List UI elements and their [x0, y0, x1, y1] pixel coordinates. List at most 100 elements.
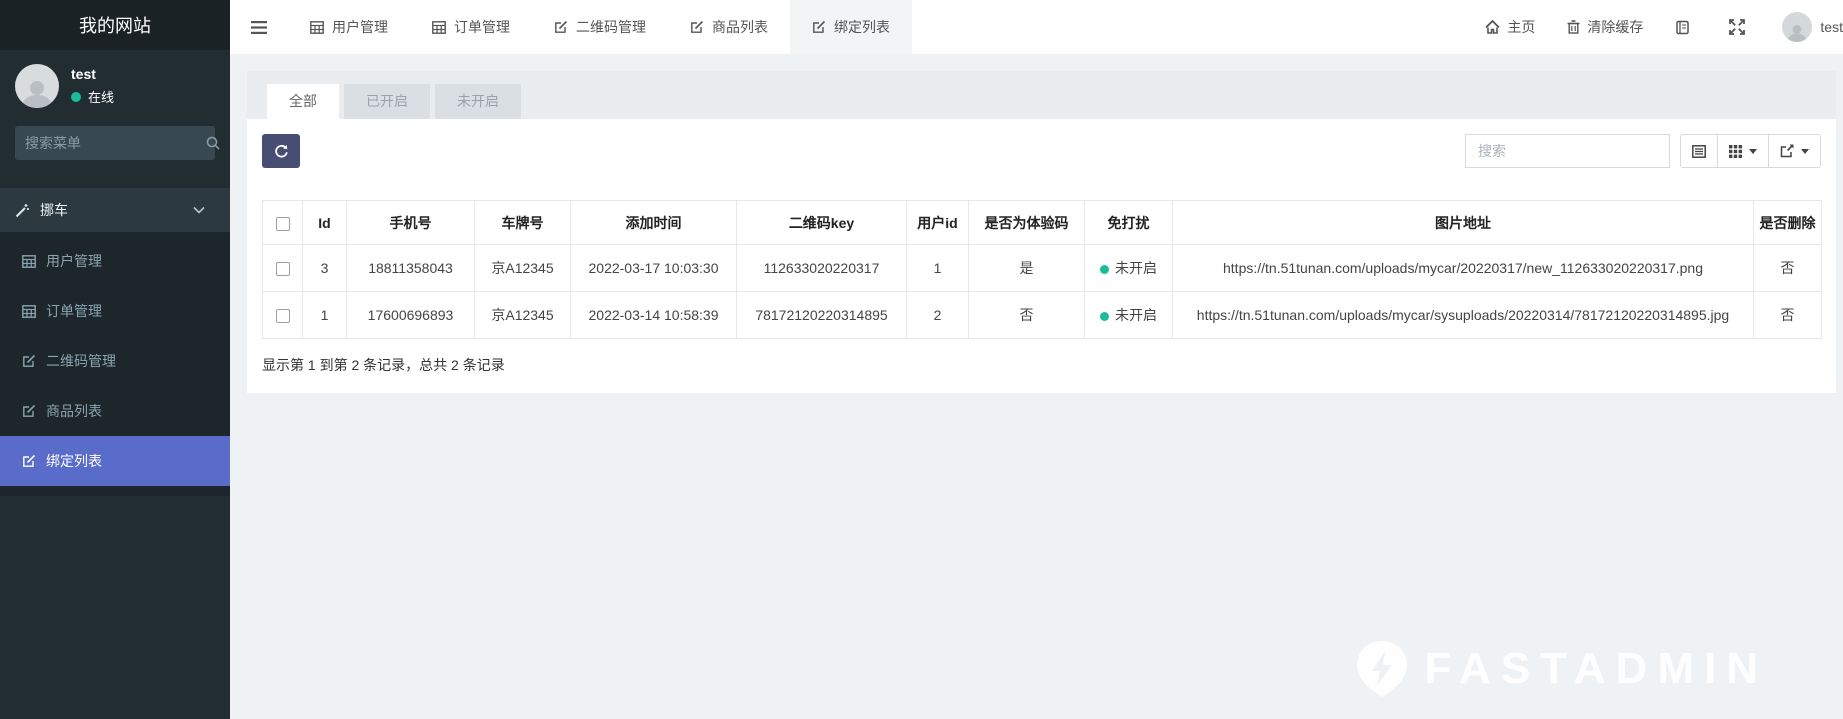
sidebar-menu: 挪车 用户管理 订单管理 二维码管理	[0, 188, 230, 496]
fullscreen-toggle[interactable]	[1713, 0, 1768, 54]
home-label: 主页	[1507, 17, 1535, 37]
list-view-icon	[1692, 145, 1706, 158]
sidebar-item-binding-list[interactable]: 绑定列表	[0, 436, 230, 486]
submenu-label: 订单管理	[46, 301, 102, 321]
dnd-label: 未开启	[1115, 260, 1157, 276]
cell-deleted: 否	[1754, 292, 1822, 339]
edit-icon	[812, 20, 826, 34]
site-title: 我的网站	[0, 0, 230, 50]
filter-tab-disabled[interactable]: 未开启	[435, 84, 521, 119]
sidebar-item-nuoche[interactable]: 挪车	[0, 188, 230, 232]
row-select-cell	[263, 245, 303, 292]
cell-plate: 京A12345	[475, 292, 571, 339]
table-icon	[22, 255, 36, 268]
top-tabs: 用户管理 订单管理 二维码管理 商品列表	[288, 0, 912, 54]
submenu-label: 二维码管理	[46, 351, 116, 371]
edit-icon	[690, 20, 704, 34]
sidebar-item-order-management[interactable]: 订单管理	[0, 286, 230, 336]
table-row[interactable]: 1 17600696893 京A12345 2022-03-14 10:58:3…	[263, 292, 1822, 339]
table-row[interactable]: 3 18811358043 京A12345 2022-03-17 10:03:3…	[263, 245, 1822, 292]
tab-product-list[interactable]: 商品列表	[668, 0, 790, 54]
tab-user-management[interactable]: 用户管理	[288, 0, 410, 54]
cell-qrkey: 112633020220317	[737, 245, 907, 292]
cell-phone: 17600696893	[347, 292, 475, 339]
tab-qrcode-management[interactable]: 二维码管理	[532, 0, 668, 54]
edit-icon	[554, 20, 568, 34]
cell-id: 1	[303, 292, 347, 339]
submenu-label: 商品列表	[46, 401, 102, 421]
status-dot-icon	[1100, 312, 1109, 321]
row-checkbox[interactable]	[276, 262, 290, 276]
cell-qrkey: 78172120220314895	[737, 292, 907, 339]
refresh-button[interactable]	[262, 134, 300, 168]
home-link[interactable]: 主页	[1469, 0, 1551, 54]
cell-uid: 2	[907, 292, 969, 339]
search-icon[interactable]	[206, 136, 220, 150]
filter-tab-enabled[interactable]: 已开启	[344, 84, 430, 119]
col-plate: 车牌号	[475, 201, 571, 245]
col-uid: 用户id	[907, 201, 969, 245]
col-id: Id	[303, 201, 347, 245]
caret-down-icon	[1801, 149, 1809, 154]
binding-table: Id 手机号 车牌号 添加时间 二维码key 用户id 是否为体验码 免打扰 图…	[262, 200, 1822, 339]
sidebar-item-qrcode-management[interactable]: 二维码管理	[0, 336, 230, 386]
edit-icon	[22, 404, 36, 418]
main-content: 全部 已开启 未开启	[230, 54, 1843, 719]
sidebar-item-user-management[interactable]: 用户管理	[0, 236, 230, 286]
submenu-label: 用户管理	[46, 251, 102, 271]
edit-icon	[22, 454, 36, 468]
select-all-cell	[263, 201, 303, 245]
caret-down-icon	[1749, 149, 1757, 154]
select-all-checkbox[interactable]	[276, 217, 290, 231]
table-icon	[22, 305, 36, 318]
filter-tabs-bar: 全部 已开启 未开启	[247, 71, 1836, 119]
sidebar-item-product-list[interactable]: 商品列表	[0, 386, 230, 436]
docs-link[interactable]	[1659, 0, 1713, 54]
tab-binding-list[interactable]: 绑定列表	[790, 0, 912, 54]
refresh-icon	[274, 144, 289, 159]
col-qrkey: 二维码key	[737, 201, 907, 245]
cell-dnd: 未开启	[1085, 292, 1173, 339]
sidebar-search-input[interactable]	[25, 135, 206, 151]
row-select-cell	[263, 292, 303, 339]
table-icon	[310, 21, 324, 34]
grid-icon	[1729, 145, 1742, 158]
clear-cache-link[interactable]: 清除缓存	[1551, 0, 1659, 54]
user-status-label: 在线	[88, 87, 114, 106]
sidebar-search	[15, 126, 215, 160]
col-time: 添加时间	[571, 201, 737, 245]
cell-trial: 否	[969, 292, 1085, 339]
tab-label: 商品列表	[712, 17, 768, 37]
tab-label: 订单管理	[454, 17, 510, 37]
table-header-row: Id 手机号 车牌号 添加时间 二维码key 用户id 是否为体验码 免打扰 图…	[263, 201, 1822, 245]
online-dot-icon	[71, 92, 81, 102]
avatar	[15, 64, 59, 108]
cell-image-url: https://tn.51tunan.com/uploads/mycar/202…	[1173, 245, 1754, 292]
tab-label: 用户管理	[332, 17, 388, 37]
navbar-right: 主页 清除缓存 test	[1469, 0, 1843, 54]
detail-view-button[interactable]	[1680, 134, 1718, 168]
home-icon	[1485, 20, 1500, 34]
table-toolbar	[262, 134, 1821, 168]
cell-phone: 18811358043	[347, 245, 475, 292]
magic-wand-icon	[15, 203, 30, 218]
fullscreen-icon	[1729, 19, 1745, 35]
export-button[interactable]	[1769, 134, 1821, 168]
col-phone: 手机号	[347, 201, 475, 245]
col-trial: 是否为体验码	[969, 201, 1085, 245]
filter-tab-all[interactable]: 全部	[267, 84, 339, 119]
table-search-input[interactable]	[1465, 134, 1670, 168]
hamburger-icon[interactable]	[230, 0, 288, 54]
cell-dnd: 未开启	[1085, 245, 1173, 292]
navbar-username: test	[1820, 19, 1843, 35]
table-icon	[432, 21, 446, 34]
user-menu[interactable]: test	[1768, 0, 1843, 54]
trash-icon	[1567, 20, 1580, 34]
row-checkbox[interactable]	[276, 309, 290, 323]
columns-button[interactable]	[1718, 134, 1769, 168]
table-view-buttons	[1680, 134, 1821, 168]
cell-trial: 是	[969, 245, 1085, 292]
submenu-label: 绑定列表	[46, 451, 102, 471]
tab-order-management[interactable]: 订单管理	[410, 0, 532, 54]
edit-icon	[22, 354, 36, 368]
